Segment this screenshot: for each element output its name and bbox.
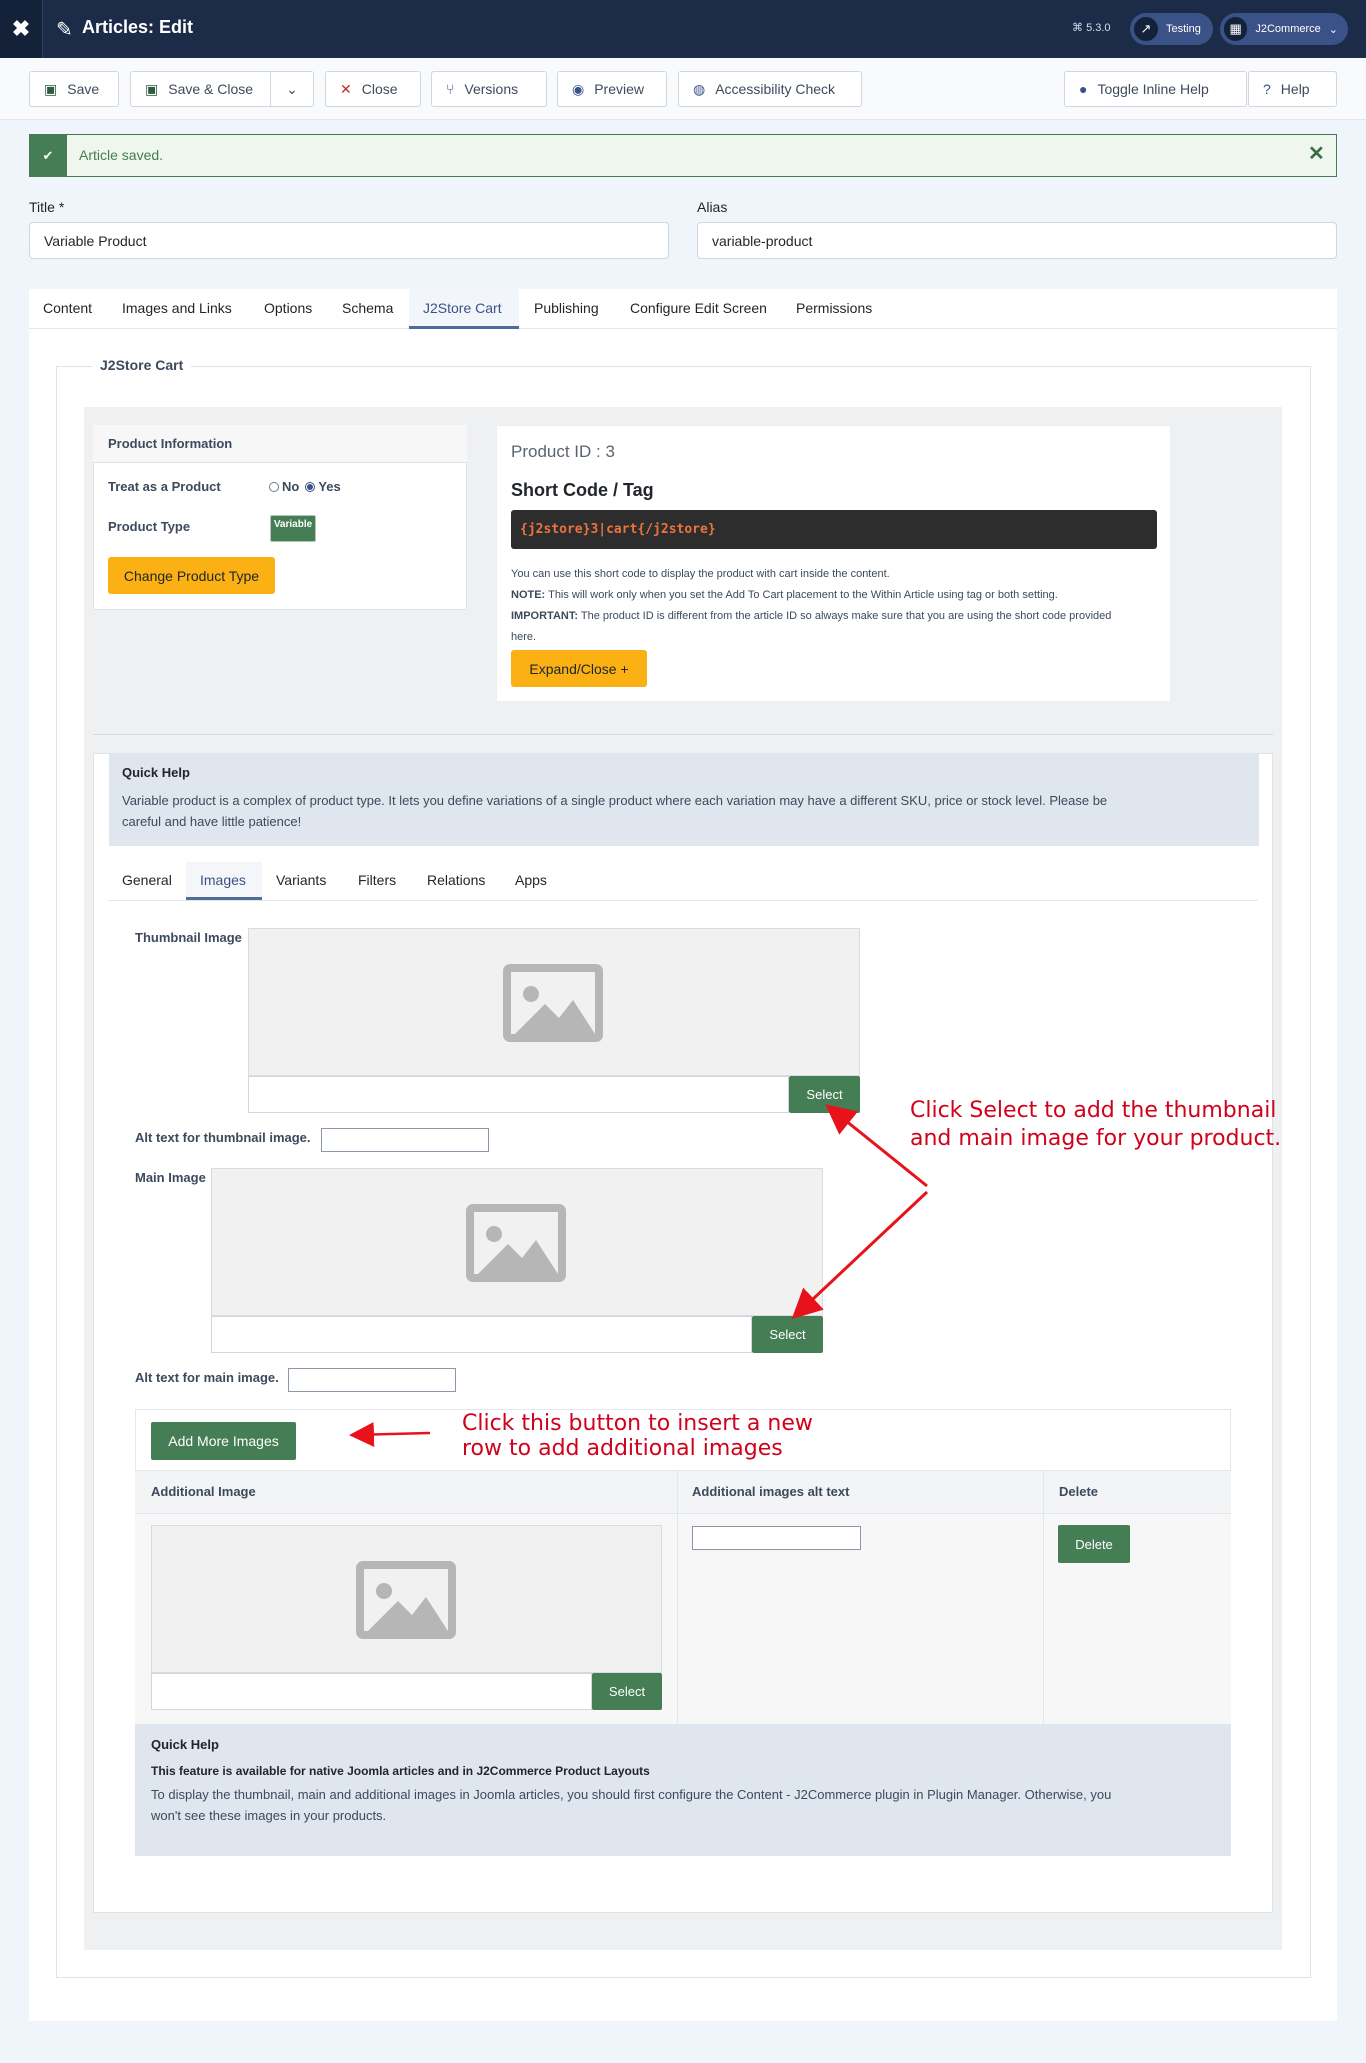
arrow-to-thumbnail-select	[825, 1104, 928, 1188]
annotation-arrows	[349, 1104, 929, 1447]
arrow-to-add-more	[349, 1421, 431, 1447]
arrow-to-main-select	[791, 1190, 929, 1320]
